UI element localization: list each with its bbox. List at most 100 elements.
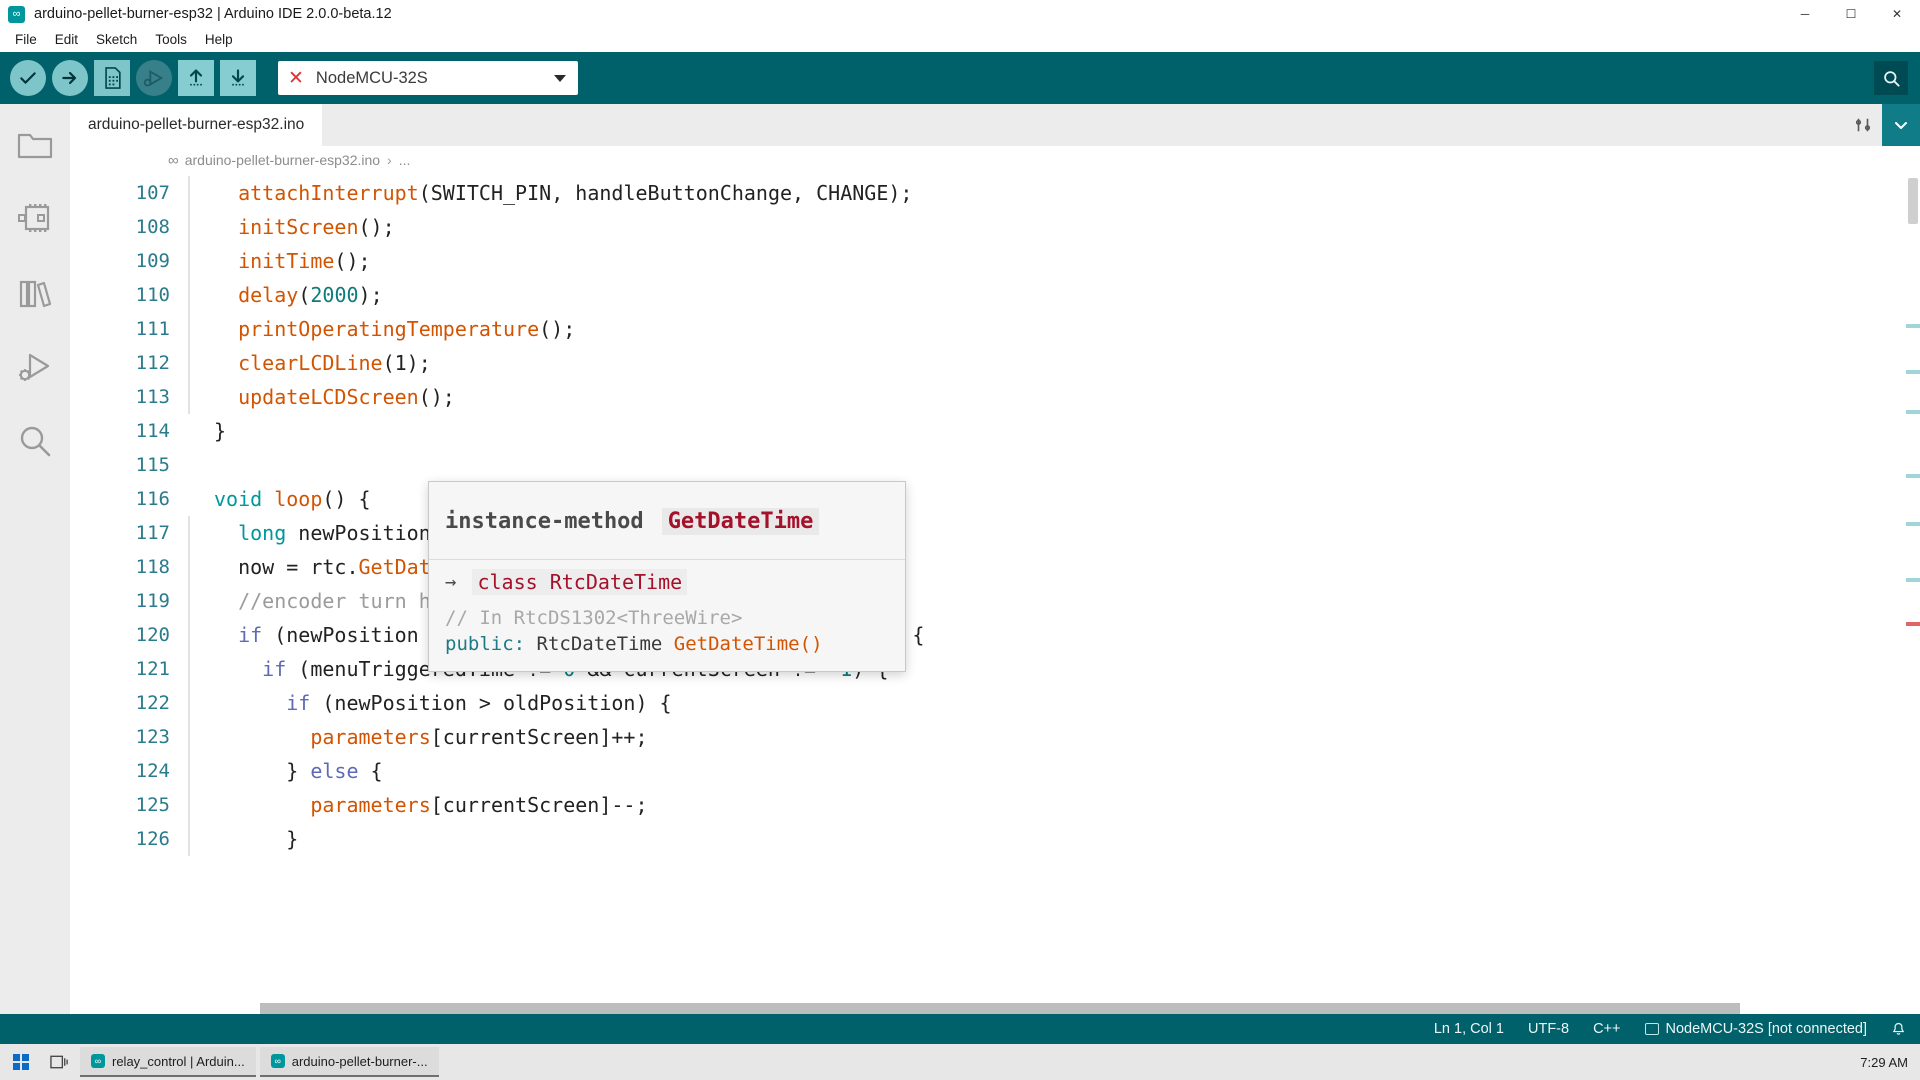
code-text: parameters[currentScreen]--; [310,793,648,817]
taskbar-window-relay-control[interactable]: ∞ relay_control | Arduin... [80,1047,256,1077]
board-status[interactable]: NodeMCU-32S [not connected] [1644,1021,1868,1037]
cursor-position[interactable]: Ln 1, Col 1 [1434,1021,1504,1037]
code-text: initScreen(); [238,215,395,239]
board-name: NodeMCU-32S [315,68,428,87]
language-mode[interactable]: C++ [1593,1021,1620,1037]
horizontal-scrollbar[interactable] [260,1003,1740,1014]
clock[interactable]: 7:29 AM [1860,1055,1908,1070]
folder-icon[interactable] [12,122,58,168]
code-line[interactable]: 107 attachInterrupt(SWITCH_PIN, handleBu… [70,176,1920,210]
encoding[interactable]: UTF-8 [1528,1021,1569,1037]
line-number: 116 [135,488,170,510]
overview-ruler[interactable] [1906,174,1920,1014]
line-number: 122 [135,692,170,714]
breadcrumb-file[interactable]: arduino-pellet-burner-esp32.ino [185,152,380,168]
code-text: } else { [214,759,383,783]
code-line[interactable]: 124 } else { [70,754,1920,788]
taskbar-window-label: relay_control | Arduin... [112,1053,245,1069]
menu-help[interactable]: Help [196,30,242,49]
taskbar-window-pellet-burner[interactable]: ∞ arduino-pellet-burner-... [259,1047,439,1077]
breadcrumb-more[interactable]: ... [399,152,411,168]
bell-icon[interactable] [1891,1022,1906,1037]
editor-tab[interactable]: arduino-pellet-burner-esp32.ino [70,104,323,146]
split-editor-icon[interactable] [1844,104,1882,146]
chevron-down-icon[interactable] [1882,104,1920,146]
code-line[interactable]: 112 clearLCDLine(1); [70,346,1920,380]
code-line[interactable]: 114} [70,414,1920,448]
tab-actions [1844,104,1920,146]
code-line[interactable]: 110 delay(2000); [70,278,1920,312]
search-icon[interactable] [12,418,58,464]
code-line[interactable]: 118 now = rtc.GetDateTime(); [70,550,1920,584]
debug-play-bug-icon[interactable] [12,344,58,390]
menu-file[interactable]: File [6,30,46,49]
code-line[interactable]: 119 //encoder turn handling [70,584,1920,618]
books-icon[interactable] [12,270,58,316]
popup-return-row: → class RtcDateTime [429,560,905,601]
code-lines: 107 attachInterrupt(SWITCH_PIN, handleBu… [70,174,1920,1014]
verify-button[interactable] [10,60,46,96]
code-line[interactable]: 115 [70,448,1920,482]
code-line[interactable]: 122 if (newPosition > oldPosition) { [70,686,1920,720]
task-view-icon[interactable] [42,1046,76,1078]
arduino-infinity-icon: ∞ [270,1054,285,1068]
code-line[interactable]: 117 long newPosition = [70,516,1920,550]
toolbar-right [1874,61,1908,95]
maximize-button[interactable]: ☐ [1828,0,1874,28]
board-status-label: NodeMCU-32S [not connected] [1665,1021,1868,1037]
breadcrumb-separator: › [387,152,392,168]
code-text: printOperatingTemperature(); [238,317,576,341]
code-line[interactable]: 109 initTime(); [70,244,1920,278]
taskbar-window-label: arduino-pellet-burner-... [291,1053,428,1069]
code-line[interactable]: 108 initScreen(); [70,210,1920,244]
code-line[interactable]: 116 void loop() { [70,482,1920,516]
code-line[interactable]: 125 parameters[currentScreen]--; [70,788,1920,822]
arrow-right-icon: → [445,571,457,593]
search-icon[interactable] [1874,61,1908,95]
windows-start-icon[interactable] [4,1046,38,1078]
minimize-button[interactable]: ─ [1782,0,1828,28]
line-number: 123 [135,726,170,748]
code-line[interactable]: 121 if (menuTriggeredTime != 0 && curren… [70,652,1920,686]
line-number: 114 [135,420,170,442]
code-text: updateLCDScreen(); [238,385,455,409]
menu-tools[interactable]: Tools [146,30,196,49]
board-selector[interactable]: ✕ NodeMCU-32S [278,61,578,95]
code-line[interactable]: 126 } [70,822,1920,856]
chevron-down-icon [554,74,566,82]
line-number: 109 [135,250,170,272]
breadcrumb[interactable]: ∞ arduino-pellet-burner-esp32.ino › ... [70,146,1920,174]
code-text: long newPosition = [238,521,467,545]
code-text: delay(2000); [238,283,383,307]
code-line[interactable]: 120 if (newPosition != oldPosition && ne… [70,618,1920,652]
ruler-mark [1906,474,1920,478]
new-sketch-button[interactable] [94,60,130,96]
code-editor[interactable]: 107 attachInterrupt(SWITCH_PIN, handleBu… [70,174,1920,1014]
indent-guide [188,448,190,482]
scrollbar-thumb[interactable] [1908,178,1918,224]
code-line[interactable]: 113 updateLCDScreen(); [70,380,1920,414]
export-up-button[interactable] [178,60,214,96]
popup-visibility: public: [445,633,526,655]
import-down-button[interactable] [220,60,256,96]
debug-button[interactable] [136,60,172,96]
menu-edit[interactable]: Edit [46,30,87,49]
menu-sketch[interactable]: Sketch [87,30,146,49]
line-number: 108 [135,216,170,238]
popup-sig-func: GetDateTime() [673,633,823,655]
workbench-body: arduino-pellet-burner-esp32.ino ∞ arduin… [0,104,1920,1014]
code-text: clearLCDLine(1); [238,351,431,375]
ruler-mark [1906,370,1920,374]
line-number: 113 [135,386,170,408]
upload-button[interactable] [52,60,88,96]
line-number: 125 [135,794,170,816]
main-toolbar: ✕ NodeMCU-32S [0,52,1920,104]
popup-kind: instance-method [445,509,644,534]
code-line[interactable]: 123 parameters[currentScreen]++; [70,720,1920,754]
chip-board-icon[interactable] [12,196,58,242]
line-number: 121 [135,658,170,680]
code-line[interactable]: 111 printOperatingTemperature(); [70,312,1920,346]
close-button[interactable]: ✕ [1874,0,1920,28]
activity-bar [0,104,70,1014]
line-number: 126 [135,828,170,850]
